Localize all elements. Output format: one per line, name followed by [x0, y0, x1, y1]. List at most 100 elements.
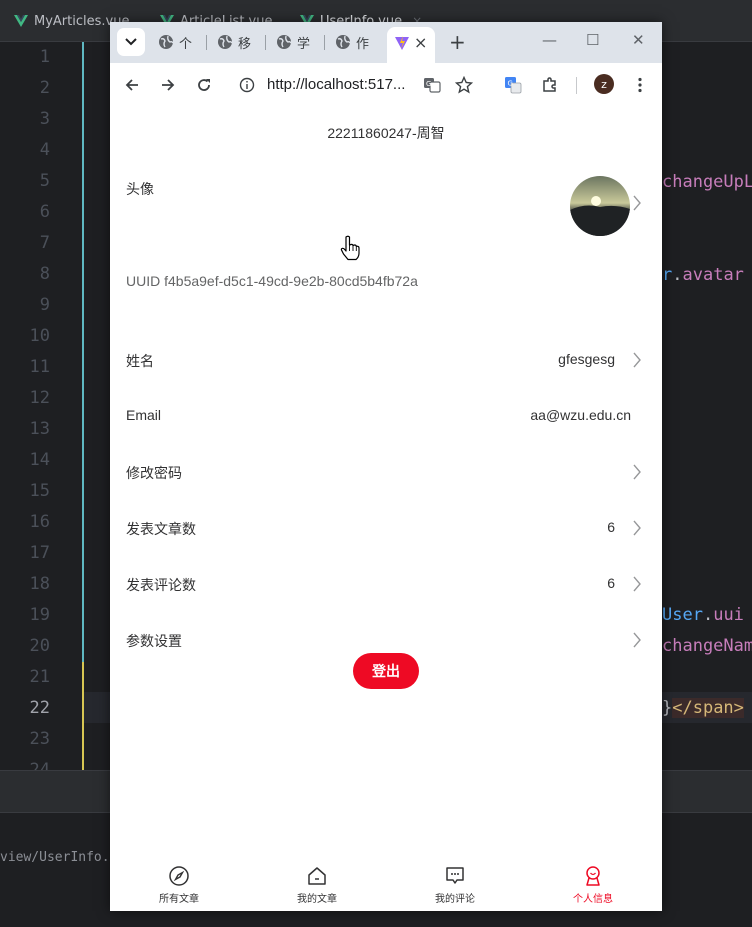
code-fragment: changeNam — [662, 636, 752, 656]
tab-separator — [206, 35, 207, 50]
close-window-button[interactable]: ✕ — [632, 31, 645, 49]
more-vertical-icon — [638, 77, 642, 93]
maximize-button[interactable]: ☐ — [586, 31, 599, 49]
code-fragment: changeUpL — [662, 172, 752, 192]
code-token: User — [662, 605, 703, 625]
code-fragment: User.uui — [662, 605, 744, 625]
cell-value: gfesgesg — [558, 351, 615, 367]
line-number: 16 — [29, 512, 50, 532]
browser-tab[interactable]: 个 — [158, 31, 192, 53]
browser-tab-active[interactable]: × — [387, 27, 435, 63]
tab-my-comments[interactable]: 我的评论 — [386, 857, 524, 911]
line-number: 9 — [39, 295, 50, 315]
cell-label: 修改密码 — [126, 465, 182, 481]
logout-button[interactable]: 登出 — [353, 653, 419, 689]
line-number-gutter: 1 2 3 4 5 6 7 8 10 9 11 12 13 14 15 16 1… — [0, 42, 84, 780]
browser-tab-label: 移 — [238, 36, 252, 52]
uuid-text: UUID f4b5a9ef-d5c1-49cd-9e2b-80cd5b4fb72… — [126, 273, 418, 289]
globe-icon — [218, 35, 233, 49]
cell-label: Email — [126, 407, 162, 423]
award-icon — [586, 866, 600, 886]
new-tab-button[interactable]: + — [449, 30, 466, 54]
comment-count-cell[interactable]: 发表评论数 6 — [110, 556, 662, 612]
chevron-right-icon — [633, 352, 641, 368]
chevron-right-icon — [633, 576, 641, 592]
close-icon[interactable]: × — [414, 33, 427, 52]
chevron-right-icon — [633, 195, 641, 211]
browser-menu-button[interactable] — [630, 75, 650, 95]
chevron-right-icon — [633, 520, 641, 536]
line-number: 8 — [39, 264, 50, 284]
back-button[interactable] — [122, 75, 142, 95]
line-number: 2 — [39, 78, 50, 98]
page-title: 22211860247-周智 — [327, 125, 445, 141]
name-cell[interactable]: 姓名 gfesgesg — [110, 332, 662, 388]
tab-label: 个人信息 — [573, 894, 613, 905]
forward-button[interactable] — [158, 75, 178, 95]
address-bar[interactable]: http://localhost:517... — [267, 76, 405, 93]
code-fragment: }</span> — [662, 698, 744, 718]
globe-icon — [277, 35, 292, 49]
bottom-tabbar: 所有文章 我的文章 我的评论 个人信息 — [110, 857, 662, 911]
minimize-button[interactable]: — — [542, 31, 557, 49]
avatar-cell[interactable]: 头像 — [110, 163, 662, 243]
hand-cursor-icon — [340, 235, 360, 261]
home-icon — [308, 867, 326, 885]
tab-separator — [265, 35, 266, 50]
email-cell: Email aa@wzu.edu.cn — [110, 388, 662, 444]
file-path: view/UserInfo. — [0, 850, 110, 865]
line-number: 14 — [29, 450, 50, 470]
tab-label: 所有文章 — [159, 894, 199, 905]
avatar-image — [570, 176, 630, 236]
tab-profile[interactable]: 个人信息 — [524, 857, 662, 911]
code-token: </span> — [672, 698, 744, 718]
tab-label: 我的评论 — [435, 894, 475, 905]
profile-avatar[interactable]: z — [594, 74, 614, 94]
line-number: 21 — [29, 667, 50, 687]
translate-button[interactable]: G — [422, 75, 442, 95]
chat-icon — [446, 867, 464, 884]
line-number: 4 — [39, 140, 50, 160]
tab-label: 我的文章 — [297, 894, 337, 905]
browser-tab[interactable]: 移 — [217, 31, 251, 53]
line-number: 22 — [29, 698, 50, 718]
line-number: 19 — [29, 605, 50, 625]
browser-tab-label: 学 — [297, 36, 311, 52]
avatar[interactable] — [570, 176, 630, 236]
cell-label: 发表文章数 — [126, 521, 196, 537]
tab-separator — [324, 35, 325, 50]
line-number: 1 — [39, 47, 50, 67]
google-translate-extension[interactable]: G — [503, 75, 523, 95]
tab-search-button[interactable] — [117, 28, 145, 56]
google-translate-icon: G — [505, 77, 522, 94]
browser-tab[interactable]: 学 — [276, 31, 310, 53]
cell-label: 参数设置 — [126, 633, 182, 649]
change-password-cell[interactable]: 修改密码 — [110, 444, 662, 500]
line-number: 13 — [29, 419, 50, 439]
line-number: 15 — [29, 481, 50, 501]
code-token: . — [672, 265, 683, 285]
toolbar-separator — [576, 77, 577, 94]
extensions-button[interactable] — [540, 75, 560, 95]
bookmark-button[interactable] — [454, 75, 474, 95]
chevron-right-icon — [633, 632, 641, 648]
browser-tab[interactable]: 作 — [335, 31, 369, 53]
tab-my-articles[interactable]: 我的文章 — [248, 857, 386, 911]
line-number: 10 — [29, 326, 50, 346]
svg-text:G: G — [508, 80, 513, 88]
puzzle-icon — [543, 77, 556, 92]
code-fragment: r.avatar — [662, 265, 744, 285]
site-info-button[interactable] — [237, 75, 257, 95]
svg-text:G: G — [426, 80, 431, 88]
code-token: uui — [713, 605, 744, 625]
line-number: 17 — [29, 543, 50, 563]
line-number: 18 — [29, 574, 50, 594]
app-page: 22211860247-周智 头像 UUID f4b5a9ef-d5c1-49c… — [110, 107, 662, 911]
article-count-cell[interactable]: 发表文章数 6 — [110, 500, 662, 556]
tab-all-articles[interactable]: 所有文章 — [110, 857, 248, 911]
translate-icon: G — [424, 78, 441, 93]
reload-button[interactable] — [194, 75, 214, 95]
chevron-right-icon — [633, 464, 641, 480]
code-token: r — [662, 265, 673, 285]
vite-logo-icon — [395, 36, 409, 50]
